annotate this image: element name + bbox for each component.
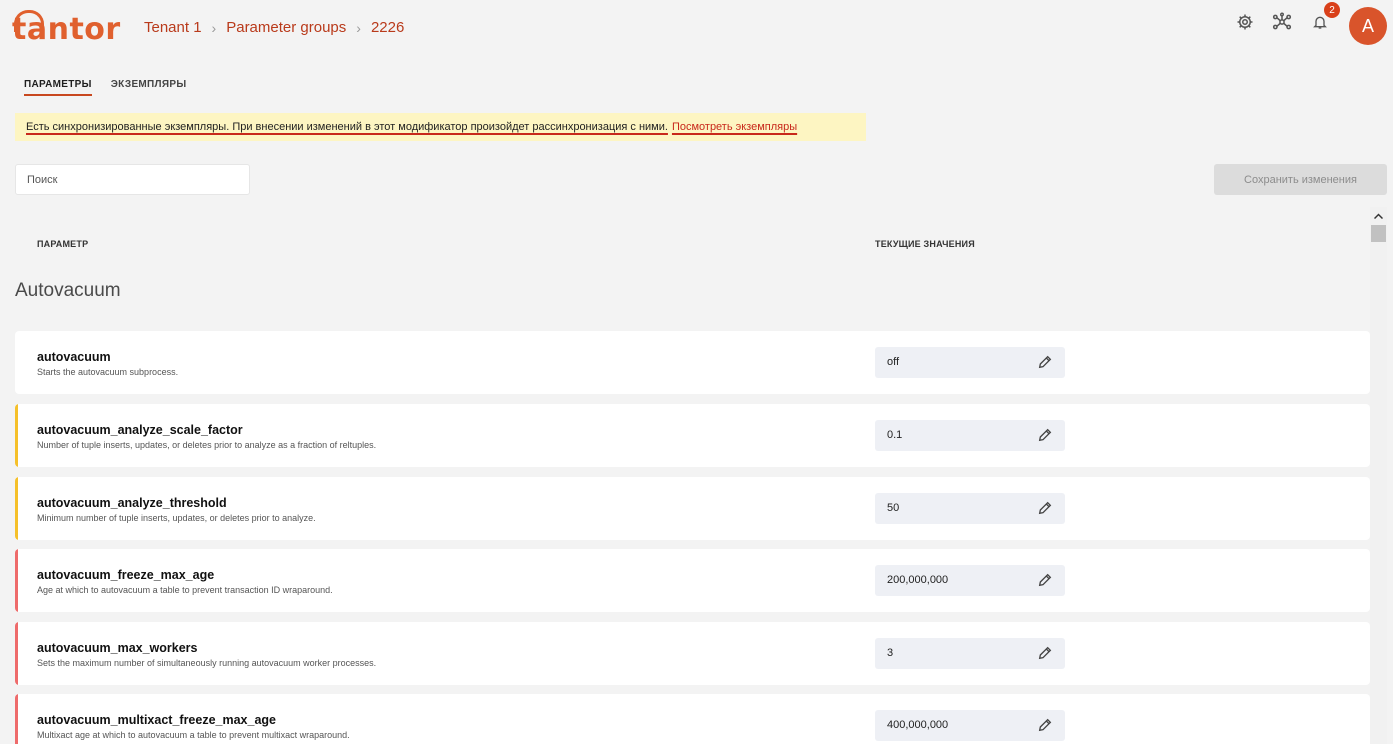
param-name: autovacuum_freeze_max_age xyxy=(37,568,215,582)
tantor-logo[interactable]: tantor xyxy=(12,10,120,47)
breadcrumb-current: 2226 xyxy=(370,19,405,36)
breadcrumb-tenant[interactable]: Tenant 1 xyxy=(144,19,202,36)
tab-instances[interactable]: ЭКЗЕМПЛЯРЫ xyxy=(111,79,187,96)
column-header-current-values: ТЕКУЩИЕ ЗНАЧЕНИЯ xyxy=(875,239,975,249)
search-input[interactable] xyxy=(15,164,250,195)
breadcrumb-parameter-groups[interactable]: Parameter groups xyxy=(226,19,346,36)
chevron-right-icon: › xyxy=(211,19,217,36)
gear-icon[interactable] xyxy=(1233,10,1257,34)
row-status-accent xyxy=(15,622,18,685)
view-instances-link[interactable]: Посмотреть экземпляры xyxy=(672,121,797,133)
pencil-icon[interactable] xyxy=(1037,500,1053,516)
pencil-icon[interactable] xyxy=(1037,572,1053,588)
param-value-field[interactable]: off xyxy=(875,347,1065,378)
pencil-icon[interactable] xyxy=(1037,427,1053,443)
row-status-accent xyxy=(15,694,18,744)
vertical-scrollbar[interactable] xyxy=(1370,207,1387,744)
param-name: autovacuum_max_workers xyxy=(37,641,198,655)
group-title: Autovacuum xyxy=(15,280,121,301)
param-value-field[interactable]: 400,000,000 xyxy=(875,710,1065,741)
tab-bar: ПАРАМЕТРЫ ЭКЗЕМПЛЯРЫ xyxy=(24,79,186,96)
scroll-up-arrow-icon[interactable] xyxy=(1370,207,1387,224)
app-header: tantor Tenant 1 › Parameter groups › 222… xyxy=(0,0,1393,60)
network-icon[interactable] xyxy=(1270,10,1294,34)
tab-parameters[interactable]: ПАРАМЕТРЫ xyxy=(24,79,92,96)
row-status-accent xyxy=(15,404,18,467)
param-value-field[interactable]: 50 xyxy=(875,493,1065,524)
sync-warning-banner: Есть синхронизированные экземпляры. При … xyxy=(15,113,866,141)
pencil-icon[interactable] xyxy=(1037,645,1053,661)
bell-icon[interactable]: 2 xyxy=(1308,2,1340,34)
banner-text: Есть синхронизированные экземпляры. При … xyxy=(26,121,668,133)
param-name: autovacuum_analyze_scale_factor xyxy=(37,423,243,437)
pencil-icon[interactable] xyxy=(1037,354,1053,370)
param-name: autovacuum_analyze_threshold xyxy=(37,496,227,510)
param-description: Age at which to autovacuum a table to pr… xyxy=(37,585,333,595)
param-description: Number of tuple inserts, updates, or del… xyxy=(37,440,377,450)
param-value: off xyxy=(887,356,900,368)
param-name: autovacuum_multixact_freeze_max_age xyxy=(37,713,277,727)
param-description: Minimum number of tuple inserts, updates… xyxy=(37,513,316,523)
param-value: 3 xyxy=(887,647,894,659)
param-name: autovacuum xyxy=(37,350,111,364)
param-description: Multixact age at which to autovacuum a t… xyxy=(37,730,350,740)
column-header-parameter: ПАРАМЕТР xyxy=(37,239,89,249)
row-status-accent xyxy=(15,549,18,612)
param-value: 0.1 xyxy=(887,429,903,441)
param-value: 200,000,000 xyxy=(887,574,949,586)
avatar[interactable]: A xyxy=(1349,7,1387,45)
table-row: autovacuum_analyze_threshold Minimum num… xyxy=(15,477,1370,540)
table-row: autovacuum_multixact_freeze_max_age Mult… xyxy=(15,694,1370,744)
param-value-field[interactable]: 0.1 xyxy=(875,420,1065,451)
param-value-field[interactable]: 3 xyxy=(875,638,1065,669)
param-description: Sets the maximum number of simultaneousl… xyxy=(37,658,377,668)
table-row: autovacuum_max_workers Sets the maximum … xyxy=(15,622,1370,685)
table-row: autovacuum_analyze_scale_factor Number o… xyxy=(15,404,1370,467)
chevron-right-icon: › xyxy=(356,19,361,36)
table-row: autovacuum_freeze_max_age Age at which t… xyxy=(15,549,1370,612)
logo-text: tantor xyxy=(12,12,121,47)
breadcrumb: Tenant 1 › Parameter groups › 2226 xyxy=(144,19,404,36)
pencil-icon[interactable] xyxy=(1037,717,1053,733)
save-changes-button[interactable]: Сохранить изменения xyxy=(1214,164,1387,195)
table-row: autovacuum Starts the autovacuum subproc… xyxy=(15,331,1370,394)
row-status-accent xyxy=(15,477,18,540)
param-description: Starts the autovacuum subprocess. xyxy=(37,367,179,377)
scrollbar-thumb[interactable] xyxy=(1371,225,1386,242)
param-value-field[interactable]: 200,000,000 xyxy=(875,565,1065,596)
param-value: 50 xyxy=(887,502,900,514)
notification-count-badge: 2 xyxy=(1324,2,1340,18)
param-value: 400,000,000 xyxy=(887,719,949,731)
